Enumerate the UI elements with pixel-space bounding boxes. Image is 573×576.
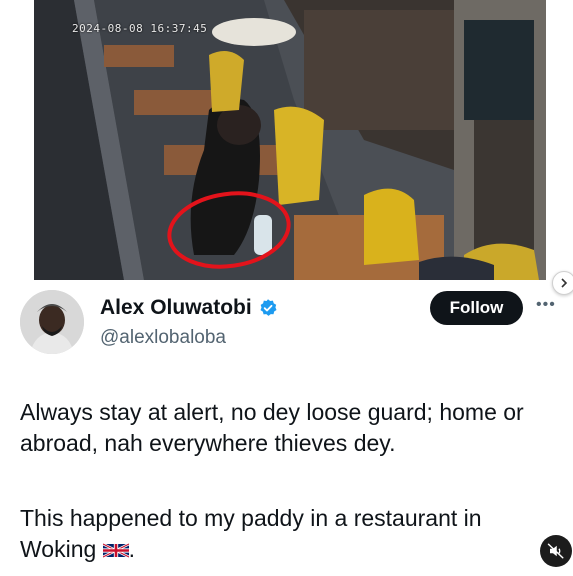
avatar[interactable] <box>20 290 84 354</box>
chevron-right-icon <box>561 278 568 288</box>
author-display-name[interactable]: Alex Oluwatobi <box>100 296 252 320</box>
follow-button[interactable]: Follow <box>430 291 523 325</box>
more-options-icon[interactable]: ••• <box>536 296 556 314</box>
author-name-row[interactable]: Alex Oluwatobi <box>100 296 278 320</box>
speaker-muted-icon <box>547 543 564 559</box>
mute-button[interactable] <box>540 535 572 567</box>
tweet-paragraph-2-text: This happened to my paddy in a restauran… <box>20 505 482 562</box>
next-image-button[interactable] <box>552 271 573 295</box>
tweet-paragraph-2-end: . <box>128 536 136 562</box>
profile-photo <box>20 290 84 354</box>
restaurant-cctv-scene <box>34 0 546 280</box>
author-handle[interactable]: @alexlobaloba <box>100 327 226 349</box>
tweet-paragraph-1: Always stay at alert, no dey loose guard… <box>20 399 524 456</box>
cctv-timestamp: 2024-08-‍08 16:37:45 <box>72 22 208 35</box>
verified-badge-icon <box>260 299 277 316</box>
tweet-paragraph-2: This happened to my paddy in a restauran… <box>20 503 555 565</box>
media-image[interactable]: 2024-08-‍08 16:37:45 <box>34 0 546 280</box>
uk-flag-icon <box>102 542 129 559</box>
